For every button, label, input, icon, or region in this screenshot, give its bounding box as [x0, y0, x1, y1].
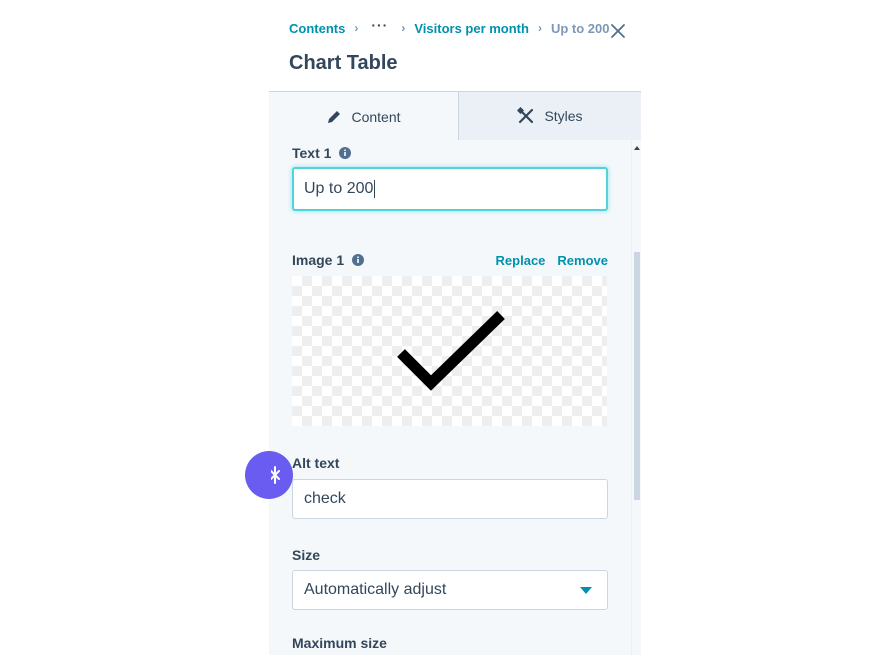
breadcrumb-contents[interactable]: Contents	[289, 21, 345, 36]
breadcrumb-current: Up to 200	[550, 20, 610, 36]
panel-header: Contents › ··· › Visitors per month › Up…	[269, 0, 641, 92]
breadcrumb-separator: ›	[401, 21, 406, 35]
sidebar-editor-panel: Contents › ··· › Visitors per month › Up…	[245, 0, 641, 655]
scroll-up-arrow[interactable]	[634, 146, 640, 150]
tab-styles-label: Styles	[544, 108, 583, 124]
sparkle-icon	[271, 466, 280, 484]
replace-image-button[interactable]: Replace	[496, 253, 546, 268]
alt-text-value: check	[304, 490, 346, 507]
tab-content[interactable]: Content	[269, 92, 459, 141]
info-icon[interactable]	[352, 254, 365, 266]
text-caret	[374, 180, 376, 198]
maximum-size-label: Maximum size	[292, 635, 387, 651]
text1-label: Text 1	[292, 145, 332, 161]
content-form: Text 1 Up to 200 Image 1 Replace Remove	[269, 140, 641, 655]
image-actions: Replace Remove	[496, 253, 608, 268]
chevron-down-icon	[580, 586, 592, 594]
close-button[interactable]	[609, 22, 627, 40]
close-icon	[611, 24, 625, 38]
breadcrumb-ellipsis[interactable]: ···	[371, 17, 388, 33]
alt-text-input[interactable]: check	[292, 479, 608, 519]
breadcrumb-visitors-per-month[interactable]: Visitors per month	[414, 21, 529, 36]
size-selected-value: Automatically adjust	[304, 581, 447, 598]
breadcrumb: Contents › ··· › Visitors per month › Up…	[289, 17, 610, 37]
tab-content-label: Content	[351, 108, 401, 125]
image1-label-row: Image 1	[292, 252, 365, 268]
text1-label-row: Text 1	[292, 145, 352, 161]
size-select[interactable]: Automatically adjust	[292, 570, 608, 610]
tab-bar: Content Styles	[269, 91, 641, 141]
image-preview[interactable]	[292, 276, 607, 426]
image1-label: Image 1	[292, 252, 345, 268]
help-widget-button[interactable]	[245, 451, 293, 499]
tab-styles[interactable]: Styles	[459, 92, 641, 141]
alt-text-label: Alt text	[292, 455, 340, 471]
brush-icon	[517, 107, 534, 124]
remove-image-button[interactable]: Remove	[557, 253, 608, 268]
pencil-icon	[328, 110, 341, 123]
text1-input[interactable]: Up to 200	[292, 167, 608, 211]
scrollbar[interactable]	[631, 140, 641, 655]
text1-value: Up to 200	[304, 180, 374, 197]
page-title: Chart Table	[289, 52, 398, 74]
breadcrumb-separator: ›	[354, 21, 359, 35]
scroll-thumb[interactable]	[634, 252, 640, 500]
size-label: Size	[292, 547, 321, 563]
checkmark-image	[397, 311, 505, 391]
breadcrumb-separator: ›	[537, 21, 542, 35]
info-icon[interactable]	[339, 147, 352, 159]
